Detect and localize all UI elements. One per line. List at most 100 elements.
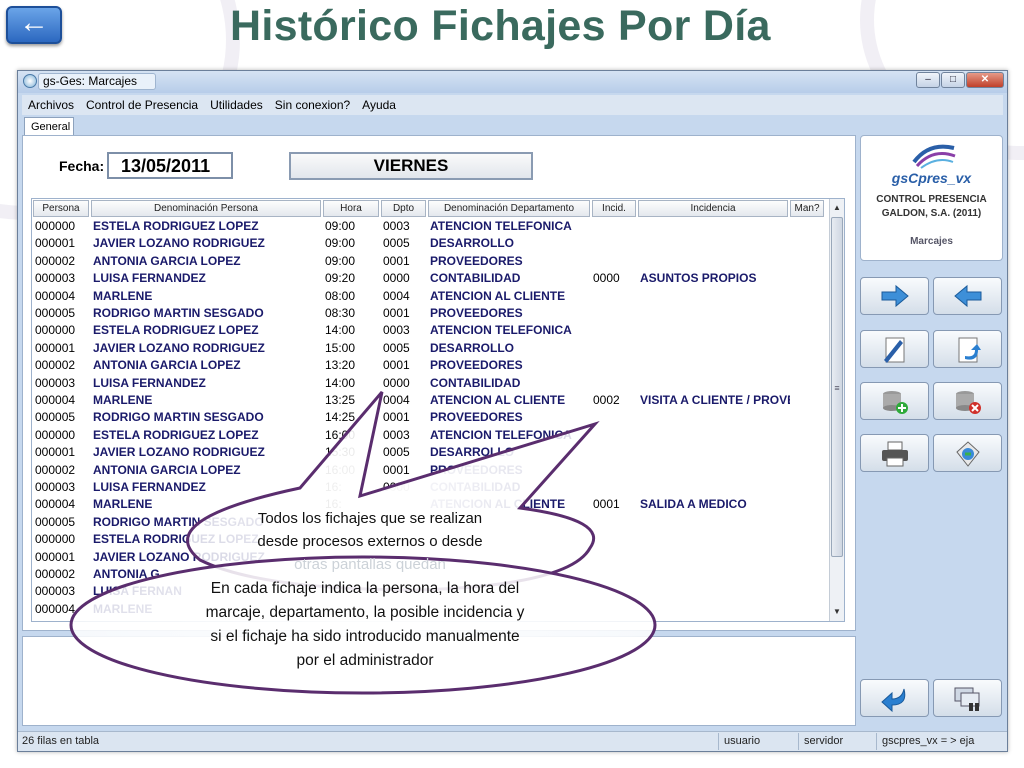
cell-persona: 000005 bbox=[35, 514, 76, 529]
undo-button[interactable] bbox=[933, 330, 1002, 368]
delete-record-button[interactable] bbox=[933, 382, 1002, 420]
table-row[interactable]: 000003 LUISA FERNANDEZ 09:20 0000 CONTABILID… bbox=[32, 270, 826, 287]
cell-hora: 13:20 bbox=[325, 358, 356, 373]
cell-departamento: PROVEEDORES bbox=[430, 358, 523, 373]
fecha-input[interactable]: 13/05/2011 bbox=[107, 152, 233, 179]
menu-bar: Archivos Control de Presencia Utilidades… bbox=[22, 95, 1003, 115]
table-row[interactable]: 000000 ESTELA RODRIGUEZ LOPEZ 14:00 0003 ATE… bbox=[32, 322, 826, 339]
close-button[interactable]: ✕ bbox=[966, 72, 1004, 88]
tab-bar: General bbox=[22, 115, 1003, 136]
status-bar: 26 filas en tabla usuario servidor gscpr… bbox=[18, 731, 1007, 751]
scroll-down-icon[interactable]: ▼ bbox=[831, 605, 843, 619]
menu-ayuda[interactable]: Ayuda bbox=[356, 95, 402, 115]
cell-persona: 000001 bbox=[35, 340, 76, 355]
cell-persona: 000000 bbox=[35, 427, 76, 442]
slide: ← Histórico Fichajes Por Día gs-Ges: Mar… bbox=[0, 0, 1024, 768]
table-row[interactable]: 000002 ANTONIA GARCIA LOPEZ 13:20 0001 PROVE… bbox=[32, 357, 826, 374]
scroll-up-icon[interactable]: ▲ bbox=[831, 201, 843, 215]
cell-dpto: 0001 bbox=[383, 410, 410, 425]
previous-button[interactable] bbox=[933, 277, 1002, 315]
cell-hora: 09:00 bbox=[325, 236, 356, 251]
cell-hora: 15:00 bbox=[325, 340, 356, 355]
cell-persona: 000004 bbox=[35, 288, 76, 303]
maximize-button[interactable]: □ bbox=[941, 72, 965, 88]
cell-incid: 0001 bbox=[593, 497, 620, 512]
cell-hora: 08:30 bbox=[325, 306, 356, 320]
col-man[interactable]: Man? bbox=[790, 200, 824, 217]
table-row[interactable]: 000002 ANTONIA GARCIA LOPEZ 09:00 0001 PROVE… bbox=[32, 253, 826, 270]
cell-departamento: PROVEEDORES bbox=[430, 253, 523, 268]
scroll-thumb[interactable]: ≡ bbox=[831, 217, 843, 557]
table-row[interactable]: 000003 LUISA FERNANDEZ 16: 0000 CONTABILIDAD bbox=[32, 479, 826, 496]
return-button[interactable] bbox=[860, 679, 929, 717]
title-bar: gs-Ges: Marcajes – □ ✕ bbox=[18, 71, 1007, 93]
cell-nombre: LUISA FERNANDEZ bbox=[93, 271, 206, 286]
cell-nombre: ESTELA RODRIGUEZ LOPEZ bbox=[93, 219, 259, 233]
print-button[interactable] bbox=[860, 434, 929, 472]
cell-persona: 000002 bbox=[35, 462, 76, 477]
window-title: gs-Ges: Marcajes bbox=[38, 73, 156, 90]
table-row[interactable]: 000003 LUISA FERNANDEZ 14:00 0000 CONTABILID… bbox=[32, 375, 826, 392]
minimize-button[interactable]: – bbox=[916, 72, 940, 88]
cell-nombre: JAVIER LOZANO RODRIGUEZ bbox=[93, 445, 265, 460]
table-row[interactable]: 000001 JAVIER LOZANO RODRIGUEZ 09:00 0005 DE… bbox=[32, 235, 826, 252]
cell-dpto: 0004 bbox=[383, 288, 410, 303]
col-incid[interactable]: Incid. bbox=[592, 200, 636, 217]
cell-hora: 15:30 bbox=[325, 445, 356, 460]
return-icon bbox=[881, 688, 906, 713]
add-record-button[interactable] bbox=[860, 382, 929, 420]
windows-button[interactable] bbox=[933, 679, 1002, 717]
menu-archivos[interactable]: Archivos bbox=[22, 95, 80, 115]
table-row[interactable]: 000004 MARLENE 13:25 0004 ATENCION AL CLIENT… bbox=[32, 392, 826, 409]
cell-departamento: ATENCION AL CLIENTE bbox=[430, 288, 566, 303]
cell-departamento: ATENCION AL CLIENTE bbox=[430, 393, 566, 407]
next-arrow-icon bbox=[881, 284, 909, 308]
col-persona[interactable]: Persona bbox=[33, 200, 89, 217]
col-hora[interactable]: Hora bbox=[323, 200, 379, 217]
edit-button[interactable] bbox=[860, 330, 929, 368]
back-button[interactable]: ← bbox=[6, 6, 62, 44]
cell-dpto: 0004 bbox=[383, 393, 410, 407]
cell-dpto: 0003 bbox=[383, 427, 410, 442]
table-row[interactable]: 000001 JAVIER LOZANO RODRIGUEZ 15:30 0005 DE… bbox=[32, 444, 826, 461]
table-row[interactable]: 000004 MARLENE 08:00 0004 ATENCION AL CLIENT… bbox=[32, 288, 826, 305]
cell-departamento: CONTABILIDAD bbox=[430, 480, 521, 494]
table-row[interactable]: 000005 RODRIGO MARTIN SESGADO 08:30 0001 PRO… bbox=[32, 305, 826, 322]
col-dpto[interactable]: Dpto bbox=[381, 200, 426, 217]
page-title: Histórico Fichajes Por Día bbox=[230, 2, 771, 50]
cell-nombre: JAVIER LOZANO RODRIGUEZ bbox=[93, 340, 265, 355]
col-denominacion-departamento[interactable]: Denominación Departamento bbox=[428, 200, 590, 217]
cell-persona: 000004 bbox=[35, 393, 76, 407]
cell-persona: 000003 bbox=[35, 480, 76, 494]
col-incidencia[interactable]: Incidencia bbox=[638, 200, 788, 217]
cell-hora: 09:00 bbox=[325, 219, 356, 233]
vertical-scrollbar[interactable]: ▲ ≡ ▼ bbox=[829, 199, 844, 621]
undo-document-icon bbox=[958, 337, 981, 363]
cell-persona: 000004 bbox=[35, 601, 76, 616]
cell-hora: 13:25 bbox=[325, 393, 356, 407]
cell-departamento: ATENCION TELEFONICA bbox=[430, 427, 572, 442]
cell-nombre: LUISA FERNANDEZ bbox=[93, 480, 206, 494]
table-row[interactable]: 000001 JAVIER LOZANO RODRIGUEZ 15:00 0005 DE… bbox=[32, 340, 826, 357]
table-row[interactable]: 000000 ESTELA RODRIGUEZ LOPEZ 16:00 0003 ATE… bbox=[32, 427, 826, 444]
export-button[interactable] bbox=[933, 434, 1002, 472]
table-row[interactable]: 000000 ESTELA RODRIGUEZ LOPEZ 09:00 0003 ATE… bbox=[32, 218, 826, 235]
cell-persona: 000001 bbox=[35, 445, 76, 460]
cell-hora: 14:00 bbox=[325, 375, 356, 390]
callout-2-line-4: por el administrador bbox=[296, 652, 434, 669]
callout-2-text: En cada fichaje indica la persona, la ho… bbox=[150, 577, 580, 673]
table-row[interactable]: 000002 ANTONIA GARCIA LOPEZ 16:00 0001 PROVE… bbox=[32, 462, 826, 479]
menu-utilidades[interactable]: Utilidades bbox=[204, 95, 269, 115]
callout-1-line-1: Todos los fichajes que se realizan bbox=[257, 510, 483, 527]
company-line-2: GALDON, S.A. (2011) bbox=[881, 208, 982, 219]
col-denominacion-persona[interactable]: Denominación Persona bbox=[91, 200, 321, 217]
table-row[interactable]: 000005 RODRIGO MARTIN SESGADO 14:25 0001 PRO… bbox=[32, 409, 826, 426]
cell-nombre: LUISA FERNANDEZ bbox=[93, 375, 206, 390]
menu-sin-conexion[interactable]: Sin conexion? bbox=[269, 95, 356, 115]
next-button[interactable] bbox=[860, 277, 929, 315]
cell-persona: 000001 bbox=[35, 236, 76, 251]
cell-dpto: 0000 bbox=[383, 480, 410, 494]
callout-2-line-2: marcaje, departamento, la posible incide… bbox=[205, 604, 525, 621]
menu-control-presencia[interactable]: Control de Presencia bbox=[80, 95, 204, 115]
tab-general[interactable]: General bbox=[24, 117, 74, 136]
